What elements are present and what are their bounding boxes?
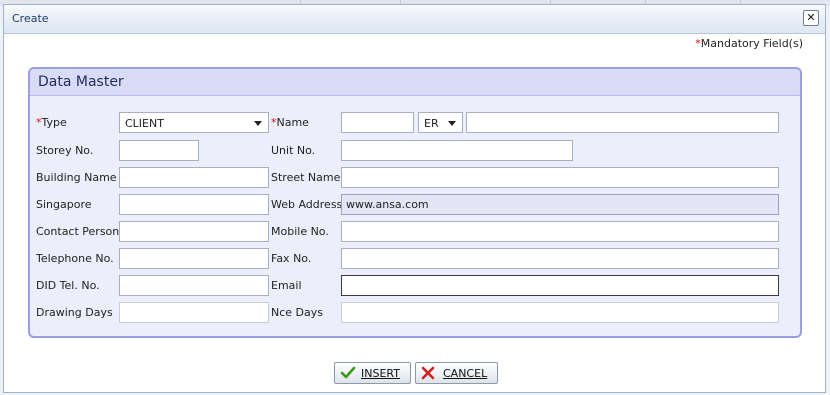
unit-input[interactable] (341, 140, 573, 161)
panel-header: Data Master (30, 69, 800, 96)
drawing-days-label: Drawing Days (36, 306, 113, 319)
singapore-label: Singapore (36, 198, 92, 211)
name-prefix-select[interactable]: ER (418, 112, 463, 133)
check-icon (340, 366, 356, 379)
fax-label: Fax No. (271, 252, 312, 265)
insert-button-label: INSERT (361, 367, 400, 380)
telephone-input[interactable] (119, 248, 269, 269)
street-label: Street Name (271, 171, 341, 184)
cancel-button-label: CANCEL (443, 367, 488, 380)
building-label: Building Name (36, 171, 117, 184)
create-dialog: Create ✕ *Mandatory Field(s) Data Master… (3, 4, 826, 393)
dialog-title: Create (12, 12, 49, 25)
nce-days-input[interactable] (341, 302, 779, 323)
name-first-input[interactable] (341, 112, 414, 133)
cross-icon (421, 366, 435, 380)
did-input[interactable] (119, 275, 269, 296)
mobile-input[interactable] (341, 221, 779, 242)
drawing-days-input[interactable] (119, 302, 269, 323)
unit-label: Unit No. (271, 144, 316, 157)
mandatory-text: Mandatory Field(s) (700, 37, 803, 50)
storey-input[interactable] (119, 140, 199, 161)
dialog-titlebar: Create ✕ (4, 5, 825, 34)
name-label: *Name (271, 116, 309, 129)
nce-days-label: Nce Days (271, 306, 323, 319)
storey-label: Storey No. (36, 144, 94, 157)
chevron-down-icon (448, 121, 456, 126)
street-input[interactable] (341, 167, 779, 188)
did-label: DID Tel. No. (36, 279, 100, 292)
mobile-label: Mobile No. (271, 225, 329, 238)
close-icon[interactable]: ✕ (803, 10, 819, 26)
contact-input[interactable] (119, 221, 269, 242)
singapore-input[interactable] (119, 194, 269, 215)
mandatory-note: *Mandatory Field(s) (695, 37, 803, 50)
email-label: Email (271, 279, 302, 292)
web-address-input[interactable]: www.ansa.com (341, 194, 779, 215)
email-input[interactable] (341, 275, 779, 296)
type-select-value: CLIENT (125, 117, 164, 130)
contact-label: Contact Person (36, 225, 120, 238)
cancel-button[interactable]: CANCEL (415, 362, 498, 384)
building-input[interactable] (119, 167, 269, 188)
insert-button[interactable]: INSERT (334, 362, 411, 384)
web-label: Web Address (271, 198, 343, 211)
fax-input[interactable] (341, 248, 779, 269)
name-input[interactable] (466, 112, 779, 133)
panel-title: Data Master (38, 74, 124, 90)
type-label: *Type (36, 116, 67, 129)
type-select[interactable]: CLIENT (119, 112, 269, 133)
data-master-panel: Data Master *Type CLIENT *Name ER Storey… (28, 67, 802, 338)
chevron-down-icon (254, 121, 262, 126)
name-prefix-value: ER (424, 117, 439, 130)
telephone-label: Telephone No. (36, 252, 114, 265)
